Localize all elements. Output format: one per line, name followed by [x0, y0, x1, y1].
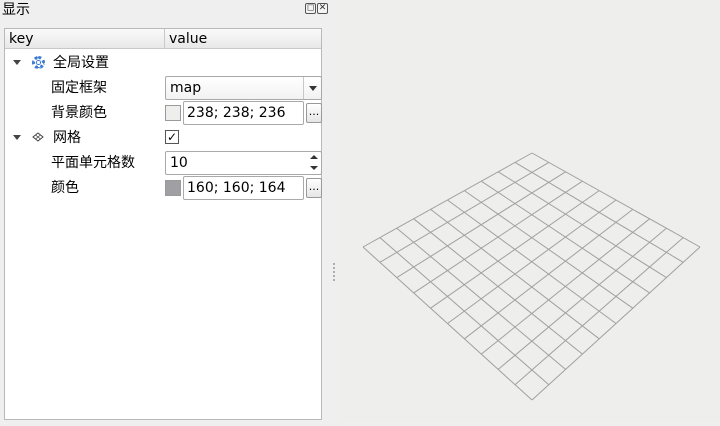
gear-icon: [32, 56, 45, 69]
grid-line: [464, 209, 634, 340]
spin-down-icon[interactable]: [307, 163, 321, 174]
splitter-handle[interactable]: [332, 262, 336, 282]
tree-row-background-color[interactable]: 背景颜色 238; 238; 236 ...: [5, 101, 322, 126]
plane-cell-count-spinbox[interactable]: 10: [165, 151, 322, 175]
tree-row-fixed-frame[interactable]: 固定框架 map: [5, 76, 322, 101]
grid-line: [480, 218, 650, 355]
expand-arrow-icon[interactable]: [13, 60, 21, 65]
tree-row-global-settings[interactable]: 全局设置: [5, 51, 321, 76]
column-header-key[interactable]: key: [5, 29, 165, 49]
tree-row-plane-cell-count[interactable]: 平面单元格数 10: [5, 151, 322, 176]
background-color-picker-button[interactable]: ...: [306, 103, 322, 123]
tree-row-grid-color[interactable]: 颜色 160; 160; 164 ...: [5, 176, 322, 201]
grid-label: 网格: [53, 130, 81, 146]
expand-arrow-icon[interactable]: [13, 135, 21, 140]
background-color-label: 背景颜色: [51, 105, 107, 121]
fixed-frame-label: 固定框架: [51, 80, 107, 96]
grid-color-input[interactable]: 160; 160; 164: [183, 176, 304, 200]
plane-cell-count-label: 平面单元格数: [51, 155, 135, 171]
grid-enabled-checkbox[interactable]: ✓: [165, 130, 179, 144]
fixed-frame-combobox[interactable]: map: [165, 76, 322, 100]
tree-row-grid[interactable]: 网格 ✓: [5, 126, 321, 151]
background-color-swatch[interactable]: [165, 105, 181, 121]
property-tree: key value 全局设置 固定框架 map 背景颜色 238; 238; 2…: [4, 28, 322, 420]
float-icon[interactable]: ◻: [305, 3, 316, 14]
grid-color-picker-button[interactable]: ...: [306, 178, 322, 198]
background-color-input[interactable]: 238; 238; 236: [183, 101, 304, 125]
chevron-down-icon[interactable]: [303, 77, 321, 99]
display-panel: 显示 ◻ ✕ key value 全局设置 固定框架 map 背景颜色 238;…: [0, 0, 330, 422]
spin-up-icon[interactable]: [307, 152, 321, 163]
grid-line: [430, 209, 600, 340]
global-settings-label: 全局设置: [53, 55, 109, 71]
fixed-frame-value: map: [170, 80, 202, 96]
dock-titlebar[interactable]: 显示 ◻ ✕: [0, 0, 330, 20]
plane-cell-count-value: 10: [170, 155, 188, 171]
grid-line: [497, 227, 667, 370]
grid-icon: [32, 132, 44, 142]
grid-color-label: 颜色: [51, 180, 79, 196]
column-header-value[interactable]: value: [165, 29, 321, 49]
grid-color-value: 160; 160; 164: [187, 180, 286, 196]
grid-color-swatch[interactable]: [165, 180, 181, 196]
grid-line: [413, 218, 583, 355]
dock-title: 显示: [2, 2, 30, 18]
tree-header: key value: [5, 29, 321, 49]
close-icon[interactable]: ✕: [317, 3, 328, 14]
grid-line: [396, 227, 566, 370]
background-color-value: 238; 238; 236: [187, 105, 286, 121]
grid-plane: [362, 152, 701, 401]
3d-viewport[interactable]: [340, 0, 720, 422]
